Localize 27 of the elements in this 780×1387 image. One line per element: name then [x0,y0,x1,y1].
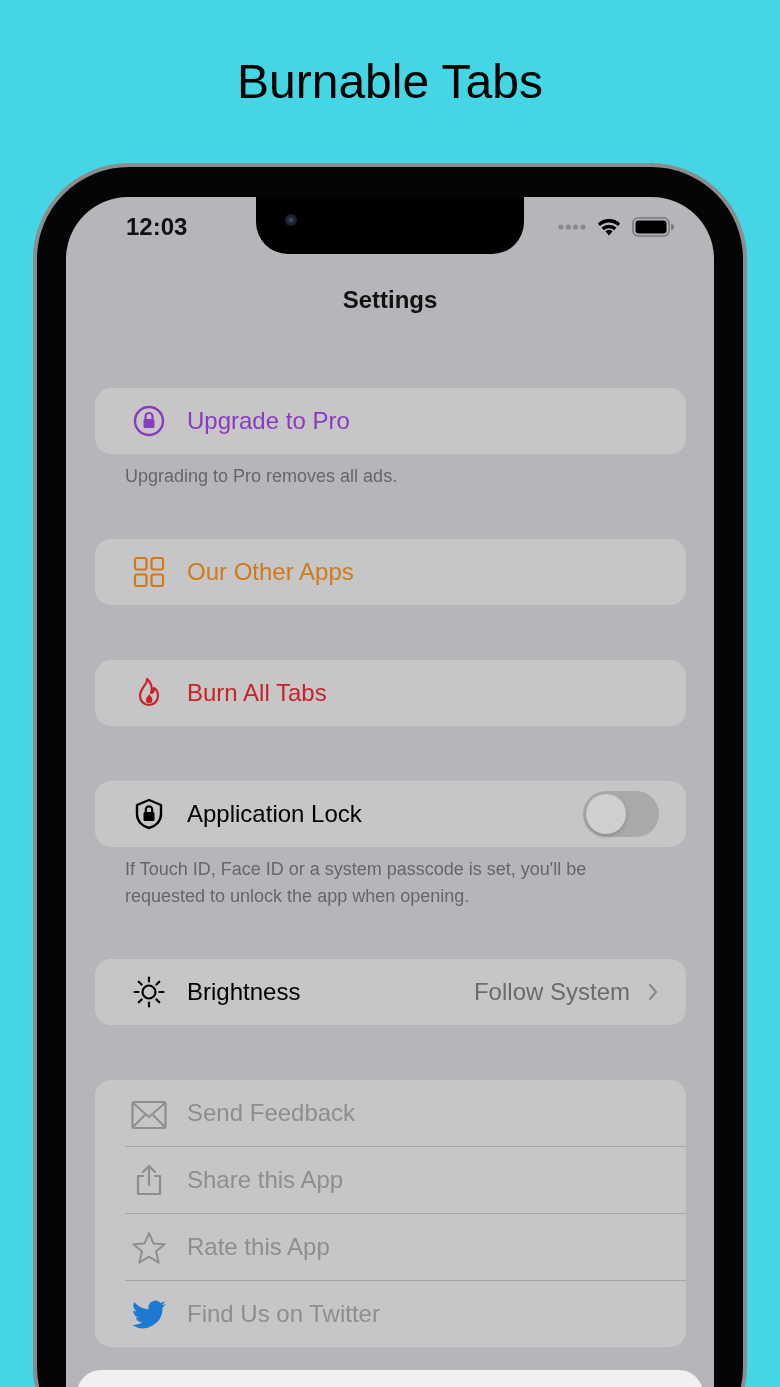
brightness-icon [133,976,165,1008]
headline: Burnable Tabs [237,54,543,110]
bird-icon [131,1297,167,1331]
row-value: Follow System [473,978,630,1006]
row-label[interactable]: Share this App [187,1166,344,1194]
camera-icon [284,213,298,227]
cellular-signal-icon [558,224,586,230]
battery-icon [632,217,674,237]
lock-icon [133,405,165,437]
row-label[interactable]: Burn All Tabs [187,679,327,707]
row-label[interactable]: Find Us on Twitter [187,1300,380,1328]
status-time: 12:03 [126,213,188,241]
row-label[interactable]: Brightness [187,978,301,1006]
row-label[interactable]: Rate this App [187,1233,330,1261]
toggle-switch[interactable] [583,791,659,837]
row-label[interactable]: Upgrade to Pro [187,407,350,435]
row-label[interactable]: Application Lock [187,800,362,828]
row-label[interactable]: Send Feedback [187,1099,356,1127]
section-footnote: Upgrading to Pro removes all ads. [124,465,399,488]
row-label[interactable]: Our Other Apps [187,558,354,586]
grid-icon [133,556,165,588]
star-icon [131,1230,167,1264]
shield-lock-icon [133,798,165,830]
screen-title: Settings [342,286,438,314]
section-footnote: If Touch ID, Face ID or a system passcode is set, you'll be requested to unlock the app when opening. [124,858,588,908]
wifi-icon [597,218,621,236]
chevron-icon [648,983,658,1001]
